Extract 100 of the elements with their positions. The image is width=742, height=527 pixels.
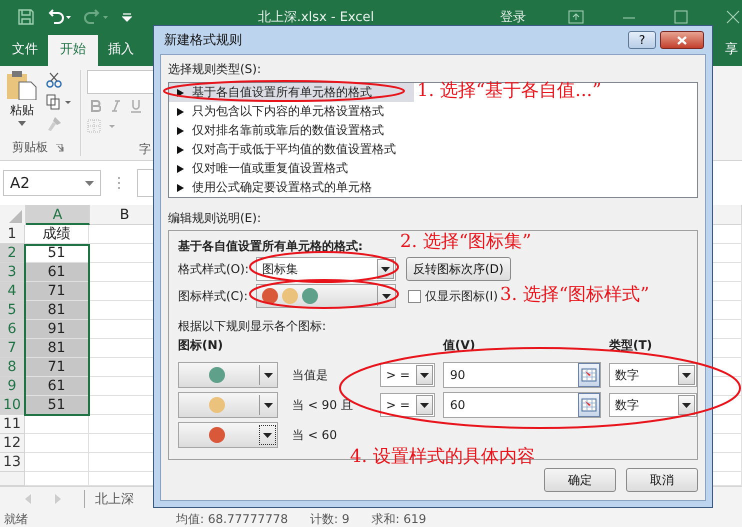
table-cell: 81 [25,301,89,320]
table-cell: 71 [25,282,89,301]
status-text: 求和: 619 [372,511,426,527]
ribbon-tab[interactable]: 开始 [48,35,98,66]
row-header[interactable]: 9 [0,377,25,396]
table-cell: 61 [25,263,89,282]
condition-label: 当值是 [291,366,329,384]
table-cell: 51 [25,396,89,415]
row-header[interactable]: 3 [0,263,25,282]
row-header[interactable]: 1 [0,225,25,244]
rule-type-item[interactable]: 使用公式确定要设置格式的单元格 [169,178,414,197]
type-select[interactable]: 数字 [609,393,697,417]
redo-icon[interactable] [84,8,110,24]
triangle-icon [177,164,184,172]
caret-icon [382,294,390,298]
close-icon [677,36,687,44]
close-icon[interactable] [726,10,740,24]
operator-select[interactable]: > = [380,393,435,417]
caret-icon [682,372,691,378]
annotation-text: 2. 选择“图标集” [400,231,532,252]
rule-type-item[interactable]: 只为包含以下内容的单元格设置格式 [169,102,414,121]
save-icon[interactable] [18,8,34,24]
maximize-icon[interactable] [674,10,688,24]
caret-icon[interactable] [18,121,26,126]
scissors-icon[interactable] [46,72,62,88]
caret-icon [420,372,429,378]
group-label: 剪贴板 [12,139,48,156]
table-cell: 成绩 [25,225,89,244]
format-style-select[interactable]: 图标集 [256,257,396,281]
paste-button[interactable]: 粘贴 [10,102,34,119]
clipboard-icon[interactable] [6,70,38,100]
name-box[interactable]: A2 [3,170,101,196]
row-header[interactable]: 11 [0,415,25,434]
underline-icon[interactable] [131,100,141,113]
rule-type-item[interactable]: 仅对唯一值或重复值设置格式 [169,159,414,178]
condition-label: 当 < 60 [291,426,338,444]
caret-icon [682,402,691,408]
help-button[interactable]: ? [628,31,656,49]
group-label: 字 [139,141,151,158]
type-select[interactable]: 数字 [609,363,697,387]
row-header[interactable]: 6 [0,320,25,339]
table-cell: 81 [25,339,89,358]
caret-icon [264,372,272,378]
caret-icon [420,402,429,408]
column-header: 类型(T) [609,337,654,352]
caret-icon [85,180,94,186]
customize-caret-icon[interactable] [122,12,132,22]
section-label: 编辑规则说明(E): [168,210,261,227]
italic-icon[interactable] [111,100,121,112]
grip-icon [117,176,121,190]
row-header[interactable]: 12 [0,434,25,453]
caret-icon [381,266,390,272]
row-header[interactable]: 10 [0,396,25,415]
ribbon-tab[interactable]: 享 [725,35,742,66]
triangle-icon [177,184,184,192]
sign-in-link[interactable]: 登录 [500,8,526,26]
triangle-icon [177,108,184,116]
rules-caption: 根据以下规则显示各个图标: [178,318,326,334]
field-label: 图标样式(C): [178,288,249,304]
operator-select[interactable]: > = [380,363,435,387]
triangle-icon [177,146,184,154]
table-cell: 71 [25,358,89,377]
row-header[interactable]: 13 [0,453,25,472]
row-header[interactable]: 7 [0,339,25,358]
sheet-tab[interactable]: 北上深 [84,490,134,508]
column-header: 图标(N) [178,337,224,352]
panel-heading: 基于各自值设置所有单元格的格式: [178,238,363,254]
dialog-button[interactable]: 取消 [626,468,698,492]
field-label: 格式样式(O): [178,260,250,278]
dialog-button[interactable]: 确定 [544,468,616,492]
ribbon-tab[interactable]: 文件 [2,35,48,66]
undo-icon[interactable] [46,8,72,24]
row-header[interactable]: 4 [0,282,25,301]
status-text: 均值: 68.77777778 [176,511,288,527]
annotation-text: 1. 选择“基于各自值...” [417,80,602,101]
close-button[interactable] [660,31,704,49]
ribbon-tab[interactable]: 插入 [98,35,144,66]
checkbox-label[interactable]: 仅显示图标(I) [425,288,498,304]
icon-select[interactable] [178,422,278,448]
row-header[interactable]: 5 [0,301,25,320]
rule-type-item[interactable]: 仅对高于或低于平均值的数值设置格式 [169,140,414,159]
checkbox[interactable] [408,290,421,302]
row-header[interactable]: 2 [0,244,25,263]
column-header: 值(V) [443,337,476,352]
dialog-launcher-icon[interactable] [56,144,64,152]
row-header[interactable]: 8 [0,358,25,377]
bold-icon[interactable] [91,100,101,112]
table-cell: 91 [25,320,89,339]
triangle-icon [177,126,184,134]
status-text: 计数: 9 [310,511,350,527]
caret-icon [264,402,272,408]
copy-icon[interactable] [46,94,72,110]
icon-style-select[interactable] [256,284,396,308]
annotation-text: 4. 设置样式的具体内容 [350,446,535,467]
rule-type-item[interactable]: 仅对排名靠前或靠后的数值设置格式 [169,121,414,140]
table-cell: 61 [25,377,89,396]
reverse-order-button[interactable]: 反转图标次序(D) [406,257,511,281]
column-header[interactable]: A [26,205,90,225]
ribbon-display-icon[interactable] [568,10,584,24]
triangle-icon [177,88,184,96]
